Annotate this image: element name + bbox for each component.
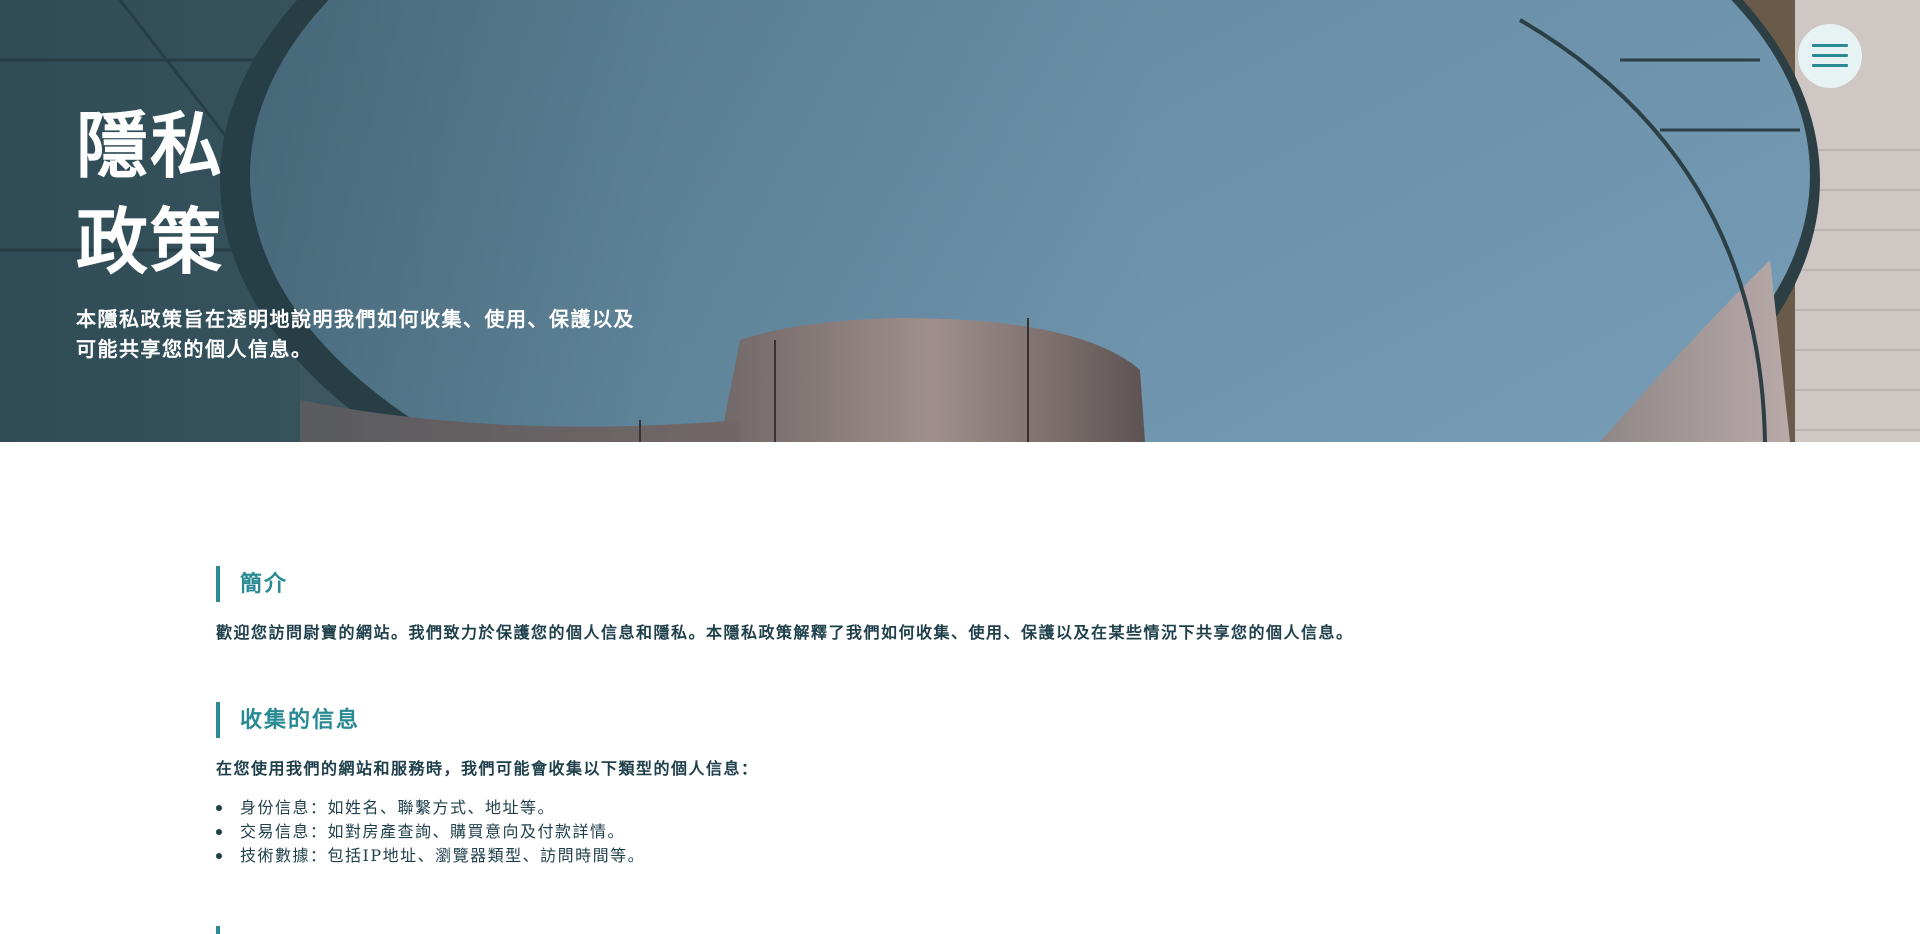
- section-introduction: 簡介 歡迎您訪問尉寶的網站。我們致力於保護您的個人信息和隱私。本隱私政策解釋了我…: [216, 566, 1696, 646]
- list-item: 身份信息：如姓名、聯繫方式、地址等。: [216, 796, 1696, 820]
- section-title: 收集的信息: [216, 702, 1696, 738]
- page-title-line-2: 政策: [76, 199, 225, 284]
- page-title: 隱私 政策: [76, 98, 224, 290]
- bullet-icon: [216, 805, 222, 811]
- list-item: 交易信息：如對房產查詢、購買意向及付款詳情。: [216, 820, 1696, 844]
- hero-overlay: [0, 0, 1920, 442]
- list-item-text: 身份信息：如姓名、聯繫方式、地址等。: [240, 798, 556, 817]
- hero-banner: 隱私 政策 本隱私政策旨在透明地說明我們如何收集、使用、保護以及可能共享您的個人…: [0, 0, 1920, 442]
- policy-content: 簡介 歡迎您訪問尉寶的網站。我們致力於保護您的個人信息和隱私。本隱私政策解釋了我…: [216, 566, 1696, 924]
- bullet-icon: [216, 829, 222, 835]
- section-text: 在您使用我們的網站和服務時，我們可能會收集以下類型的個人信息：: [216, 759, 759, 778]
- info-type-list: 身份信息：如姓名、聯繫方式、地址等。 交易信息：如對房產查詢、購買意向及付款詳情…: [216, 796, 1696, 868]
- list-item: 技術數據：包括IP地址、瀏覽器類型、訪問時間等。: [216, 844, 1696, 868]
- page-title-line-1: 隱私: [76, 103, 225, 188]
- section-collected-information: 收集的信息 在您使用我們的網站和服務時，我們可能會收集以下類型的個人信息： 身份…: [216, 702, 1696, 868]
- section-text: 歡迎您訪問尉寶的網站。我們致力於保護您的個人信息和隱私。本隱私政策解釋了我們如何…: [216, 623, 1354, 642]
- menu-button[interactable]: [1798, 24, 1862, 88]
- section-title: 簡介: [216, 566, 1696, 602]
- bullet-icon: [216, 853, 222, 859]
- list-item-text: 技術數據：包括IP地址、瀏覽器類型、訪問時間等。: [240, 846, 646, 865]
- list-item-text: 交易信息：如對房產查詢、購買意向及付款詳情。: [240, 822, 626, 841]
- next-section-title-bar: [216, 926, 220, 934]
- hamburger-menu-icon: [1812, 44, 1848, 68]
- page-subtitle: 本隱私政策旨在透明地說明我們如何收集、使用、保護以及可能共享您的個人信息。: [76, 307, 635, 361]
